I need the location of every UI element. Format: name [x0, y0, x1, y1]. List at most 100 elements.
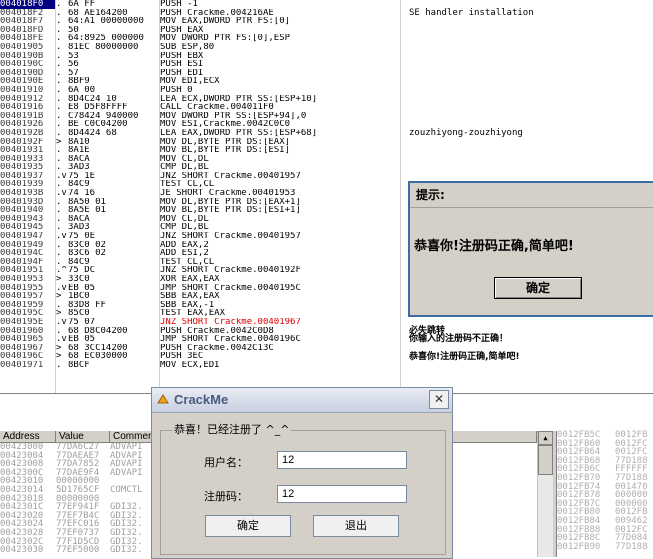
disasm-instruction[interactable]: LEA ECX,DWORD PTR SS:[ESP+10]	[160, 95, 400, 104]
disasm-instruction[interactable]: ADD EAX,2	[160, 241, 400, 250]
disasm-address[interactable]: 00401937	[0, 172, 55, 181]
crackme-title-bar[interactable]: CrackMe ✕	[152, 388, 452, 413]
disasm-instruction[interactable]: JNZ SHORT Crackme.00401957	[160, 232, 400, 241]
disasm-address[interactable]: 0040195E	[0, 318, 55, 327]
disasm-instruction[interactable]: PUSH Crackme.0042C13C	[160, 344, 400, 353]
disasm-address[interactable]: 004018FD	[0, 26, 55, 35]
disasm-address[interactable]: 00401953	[0, 275, 55, 284]
disasm-address[interactable]: 0040194C	[0, 249, 55, 258]
disasm-instruction[interactable]: SBB EAX,-1	[160, 301, 400, 310]
disasm-instruction[interactable]: MOV DWORD PTR FS:[0],ESP	[160, 34, 400, 43]
disasm-address[interactable]: 0040194F	[0, 258, 55, 267]
disasm-address[interactable]: 00401910	[0, 86, 55, 95]
disasm-address[interactable]: 00401957	[0, 292, 55, 301]
disasm-address[interactable]: 00401943	[0, 215, 55, 224]
code-field[interactable]: 12	[277, 485, 407, 503]
disasm-address[interactable]: 00401955	[0, 284, 55, 293]
ok-button[interactable]: 确定	[205, 515, 291, 537]
disasm-address[interactable]: 0040193B	[0, 189, 55, 198]
disasm-instruction[interactable]: JMP SHORT Crackme.0040196C	[160, 335, 400, 344]
disasm-address[interactable]: 00401931	[0, 146, 55, 155]
disasm-address[interactable]: 00401926	[0, 120, 55, 129]
disasm-address[interactable]: 004018F7	[0, 17, 55, 26]
disasm-instruction[interactable]: TEST EAX,EAX	[160, 309, 400, 318]
disasm-address[interactable]: 0040190B	[0, 52, 55, 61]
disasm-instruction[interactable]: JNZ SHORT Crackme.00401967	[160, 318, 400, 327]
disasm-instruction[interactable]: JE SHORT Crackme.00401953	[160, 189, 400, 198]
disasm-instruction[interactable]: MOV EAX,DWORD PTR FS:[0]	[160, 17, 400, 26]
disasm-address[interactable]: 00401967	[0, 344, 55, 353]
disasm-address[interactable]: 004018FE	[0, 34, 55, 43]
disasm-address[interactable]: 0040190E	[0, 77, 55, 86]
disasm-instruction[interactable]: JNZ SHORT Crackme.00401957	[160, 172, 400, 181]
stack-pane[interactable]: 0012FB5C 0012FB 0012FB60 0012FC 0012FB64 0012…	[556, 431, 653, 557]
disasm-address[interactable]: 00401916	[0, 103, 55, 112]
disasm-instruction[interactable]: TEST CL,CL	[160, 258, 400, 267]
disasm-instruction[interactable]: CALL Crackme.004011F0	[160, 103, 400, 112]
username-field[interactable]: 12	[277, 451, 407, 469]
disasm-instruction[interactable]: PUSH 3EC	[160, 352, 400, 361]
disasm-instruction[interactable]: MOV CL,DL	[160, 155, 400, 164]
disasm-address[interactable]: 0040190C	[0, 60, 55, 69]
close-icon[interactable]: ✕	[429, 390, 449, 409]
scroll-up-button[interactable]: ▲	[538, 431, 553, 445]
disasm-instruction[interactable]: LEA EAX,DWORD PTR SS:[ESP+68]	[160, 129, 400, 138]
disasm-instruction[interactable]: SBB EAX,EAX	[160, 292, 400, 301]
disasm-instruction[interactable]: JMP SHORT Crackme.0040195C	[160, 284, 400, 293]
disasm-address[interactable]: 00401959	[0, 301, 55, 310]
disasm-address[interactable]: 0040195C	[0, 309, 55, 318]
disasm-instruction[interactable]: MOV CL,DL	[160, 215, 400, 224]
jump-marker: .	[56, 51, 62, 61]
jump-marker: .	[56, 249, 62, 258]
disasm-instruction[interactable]: MOV EDI,ECX	[160, 77, 400, 86]
stack-row[interactable]: 0012FB90 77D188	[557, 542, 653, 552]
disasm-instruction[interactable]: MOV BL,BYTE PTR DS:[ESI+1]	[160, 206, 400, 215]
disasm-instruction[interactable]: MOV ESI,Crackme.0042C0C0	[160, 120, 400, 129]
disasm-address[interactable]: 00401940	[0, 206, 55, 215]
disasm-address[interactable]: 0040193D	[0, 198, 55, 207]
disasm-address[interactable]: 0040192B	[0, 129, 55, 138]
disasm-address[interactable]: 0040192F	[0, 138, 55, 147]
disasm-instruction[interactable]: MOV ECX,EDI	[160, 361, 400, 370]
disasm-address[interactable]: 0040196C	[0, 352, 55, 361]
disasm-address[interactable]: 004018F0	[0, 0, 55, 9]
disasm-address[interactable]: 00401960	[0, 327, 55, 336]
disasm-instruction[interactable]: CMP DL,BL	[160, 163, 400, 172]
message-ok-button[interactable]: 确定	[494, 277, 582, 299]
disasm-instruction[interactable]: MOV DL,BYTE PTR DS:[EAX]	[160, 138, 400, 147]
disasm-instruction[interactable]: PUSH EAX	[160, 26, 400, 35]
disasm-instruction[interactable]: PUSH -1	[160, 0, 400, 9]
disasm-address[interactable]: 00401965	[0, 335, 55, 344]
disasm-instruction[interactable]: XOR EAX,EAX	[160, 275, 400, 284]
disasm-instruction[interactable]: PUSH Crackme.004216AE	[160, 9, 400, 18]
disasm-instruction[interactable]: PUSH EDI	[160, 69, 400, 78]
disasm-instruction[interactable]: MOV DWORD PTR SS:[ESP+94],0	[160, 112, 400, 121]
dump-scrollbar[interactable]: ▲	[537, 431, 553, 557]
disasm-instruction[interactable]: CMP DL,BL	[160, 223, 400, 232]
disasm-address[interactable]: 00401939	[0, 180, 55, 189]
disasm-address[interactable]: 00401947	[0, 232, 55, 241]
disasm-address[interactable]: 00401933	[0, 155, 55, 164]
disasm-address[interactable]: 00401945	[0, 223, 55, 232]
disasm-instruction[interactable]: JNZ SHORT Crackme.0040192F	[160, 266, 400, 275]
disasm-instruction[interactable]: SUB ESP,80	[160, 43, 400, 52]
disasm-instruction[interactable]: PUSH ESI	[160, 60, 400, 69]
disasm-instruction[interactable]: TEST CL,CL	[160, 180, 400, 189]
disasm-address[interactable]: 0040190D	[0, 69, 55, 78]
disasm-address[interactable]: 00401935	[0, 163, 55, 172]
disasm-address[interactable]: 00401905	[0, 43, 55, 52]
disasm-instruction[interactable]: MOV BL,BYTE PTR DS:[ESI]	[160, 146, 400, 155]
disasm-instruction[interactable]: ADD ESI,2	[160, 249, 400, 258]
disasm-address[interactable]: 00401912	[0, 95, 55, 104]
disasm-address[interactable]: 00401951	[0, 266, 55, 275]
exit-button[interactable]: 退出	[313, 515, 399, 537]
scroll-thumb[interactable]	[538, 445, 553, 475]
disasm-instruction[interactable]: PUSH EBX	[160, 52, 400, 61]
disasm-instruction[interactable]: PUSH 0	[160, 86, 400, 95]
disasm-address[interactable]: 00401971	[0, 361, 55, 370]
disasm-address[interactable]: 00401949	[0, 241, 55, 250]
disasm-instruction[interactable]: PUSH Crackme.0042C0D8	[160, 327, 400, 336]
disasm-instruction[interactable]: MOV DL,BYTE PTR DS:[EAX+1]	[160, 198, 400, 207]
disasm-address[interactable]: 004018F2	[0, 9, 55, 18]
disasm-address[interactable]: 0040191B	[0, 112, 55, 121]
